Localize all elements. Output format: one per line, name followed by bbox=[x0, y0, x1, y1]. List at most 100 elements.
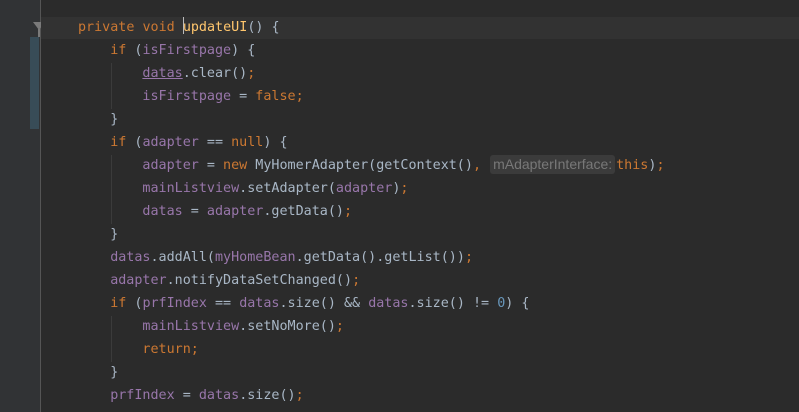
code-token: false bbox=[255, 89, 296, 104]
code-content: datas = adapter.getData(); bbox=[142, 201, 352, 223]
code-token: .notifyDataSetChanged() bbox=[166, 273, 353, 288]
code-content: if (prfIndex == datas.size() && datas.si… bbox=[110, 293, 529, 315]
code-token: .setNoMore() bbox=[239, 319, 336, 334]
code-token: null bbox=[231, 135, 264, 150]
code-token: () { bbox=[247, 20, 280, 35]
code-token: .getData() bbox=[263, 204, 344, 219]
code-token: mainListview bbox=[142, 181, 240, 196]
indent-guide bbox=[111, 201, 113, 224]
code-token: new bbox=[223, 158, 256, 173]
code-token: ; bbox=[343, 204, 353, 219]
code-content: } bbox=[110, 109, 118, 131]
code-token: adapter bbox=[110, 273, 167, 288]
code-token: this bbox=[616, 158, 649, 173]
code-token: .size() bbox=[239, 388, 296, 403]
code-line[interactable]: adapter.notifyDataSetChanged(); bbox=[0, 270, 799, 293]
code-token: return bbox=[142, 342, 191, 357]
code-token: = bbox=[231, 89, 256, 104]
code-token: datas bbox=[110, 250, 151, 265]
code-token: .clear() bbox=[182, 66, 248, 81]
code-token: datas bbox=[368, 296, 409, 311]
code-token: ) { bbox=[263, 135, 288, 150]
code-line[interactable]: } bbox=[0, 109, 799, 132]
code-line[interactable]: isFirstpage = false; bbox=[0, 86, 799, 109]
code-token: } bbox=[110, 227, 119, 242]
code-line[interactable]: mainListview.setAdapter(adapter); bbox=[0, 178, 799, 201]
code-token: ; bbox=[352, 273, 361, 288]
code-token: datas bbox=[142, 204, 183, 219]
code-token: adapter bbox=[142, 158, 199, 173]
code-token: myHomeBean bbox=[215, 250, 296, 265]
code-token: ; bbox=[247, 66, 256, 81]
code-line[interactable]: if (isFirstpage) { bbox=[0, 40, 799, 63]
code-line[interactable]: adapter = new MyHomerAdapter(getContext(… bbox=[0, 155, 799, 178]
code-token: adapter bbox=[142, 135, 199, 150]
code-token: == bbox=[198, 135, 232, 150]
code-token: prfIndex bbox=[142, 296, 207, 311]
code-line[interactable]: datas.addAll(myHomeBean.getData().getLis… bbox=[0, 247, 799, 270]
code-token: ) { bbox=[231, 43, 256, 58]
code-token: .size() && bbox=[279, 296, 369, 311]
code-token: isFirstpage bbox=[142, 43, 232, 58]
code-token: isFirstpage bbox=[142, 89, 232, 104]
code-line[interactable]: if (prfIndex == datas.size() && datas.si… bbox=[0, 293, 799, 316]
code-content: mainListview.setAdapter(adapter); bbox=[142, 178, 408, 200]
code-line[interactable]: } bbox=[0, 362, 799, 385]
code-token: updateUI bbox=[182, 20, 248, 35]
indent-guide bbox=[111, 155, 113, 178]
code-token: if bbox=[110, 135, 135, 150]
code-line[interactable]: prfIndex = datas.size(); bbox=[0, 385, 799, 408]
code-token: if bbox=[110, 43, 135, 58]
indent-guide bbox=[111, 339, 113, 362]
code-content: prfIndex = datas.size(); bbox=[110, 385, 304, 407]
code-token: adapter bbox=[335, 181, 393, 196]
code-token: } bbox=[110, 365, 119, 380]
code-token: ; bbox=[335, 319, 344, 334]
indent-guide bbox=[111, 316, 113, 339]
code-content: return; bbox=[142, 339, 198, 361]
code-content: datas.clear(); bbox=[142, 63, 255, 85]
code-token: = bbox=[198, 158, 224, 173]
code-line[interactable]: return; bbox=[0, 339, 799, 362]
code-token: == bbox=[206, 296, 240, 311]
code-line[interactable]: datas.clear(); bbox=[0, 63, 799, 86]
code-token: if bbox=[110, 296, 135, 311]
code-token: adapter bbox=[206, 204, 264, 219]
code-token: .setAdapter( bbox=[239, 181, 336, 196]
code-token: = bbox=[182, 204, 207, 219]
code-editor[interactable]: private void updateUI() {if (isFirstpage… bbox=[0, 0, 799, 412]
code-token: datas bbox=[198, 388, 240, 403]
code-token: ; bbox=[656, 158, 665, 173]
code-token: = bbox=[174, 388, 199, 403]
code-token: } bbox=[110, 112, 119, 127]
code-line[interactable]: } bbox=[0, 224, 799, 247]
code-token: ; bbox=[190, 342, 199, 357]
code-token: datas bbox=[239, 296, 280, 311]
code-token: ; bbox=[400, 181, 409, 196]
code-token: , bbox=[472, 158, 490, 173]
code-line[interactable]: private void updateUI() { bbox=[0, 17, 799, 40]
code-token: MyHomerAdapter(getContext() bbox=[255, 158, 473, 173]
code-content: adapter = new MyHomerAdapter(getContext(… bbox=[142, 155, 665, 177]
code-token: ; bbox=[295, 89, 304, 104]
code-token: private void bbox=[78, 20, 183, 35]
code-content: adapter.notifyDataSetChanged(); bbox=[110, 270, 360, 292]
code-line[interactable]: mainListview.setNoMore(); bbox=[0, 316, 799, 339]
indent-guide bbox=[111, 178, 113, 201]
code-token: .size() != bbox=[408, 296, 498, 311]
code-area[interactable]: private void updateUI() {if (isFirstpage… bbox=[0, 17, 799, 408]
code-line[interactable]: datas = adapter.getData(); bbox=[0, 201, 799, 224]
code-token: mainListview bbox=[142, 319, 240, 334]
code-content: } bbox=[110, 362, 118, 384]
code-token: ) { bbox=[505, 296, 530, 311]
code-content: mainListview.setNoMore(); bbox=[142, 316, 344, 338]
code-content: datas.addAll(myHomeBean.getData().getLis… bbox=[110, 247, 473, 269]
code-line[interactable]: if (adapter == null) { bbox=[0, 132, 799, 155]
code-content: isFirstpage = false; bbox=[142, 86, 303, 108]
code-token: ; bbox=[464, 250, 473, 265]
parameter-hint: mAdapterInterface: bbox=[490, 155, 616, 174]
indent-guide bbox=[111, 86, 113, 109]
code-token: prfIndex bbox=[110, 388, 175, 403]
indent-guide bbox=[111, 63, 113, 86]
code-content: } bbox=[110, 224, 118, 246]
